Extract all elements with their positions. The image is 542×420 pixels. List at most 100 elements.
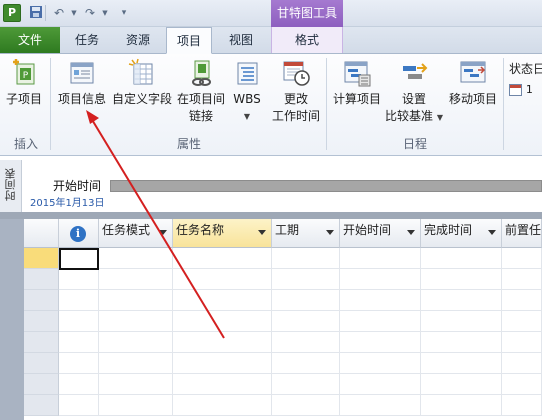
table-cell[interactable] [99, 395, 173, 416]
active-cell[interactable] [59, 248, 99, 270]
table-cell[interactable] [99, 290, 173, 311]
column-header-start[interactable]: 开始时间 [340, 219, 421, 248]
table-cell[interactable] [59, 290, 99, 311]
table-cell[interactable] [99, 374, 173, 395]
table-cell[interactable] [421, 248, 502, 269]
view-divider[interactable] [0, 212, 542, 219]
tab-view[interactable]: 视图 [214, 27, 268, 53]
redo-dropdown-icon[interactable]: ▼ [97, 5, 113, 21]
table-cell[interactable] [59, 332, 99, 353]
row-header[interactable] [24, 374, 59, 395]
save-icon[interactable] [28, 5, 44, 21]
table-cell[interactable] [340, 311, 421, 332]
status-date-field[interactable]: 1 [509, 82, 542, 98]
table-cell[interactable] [340, 248, 421, 269]
row-header[interactable] [24, 290, 59, 311]
table-cell[interactable] [272, 395, 340, 416]
table-cell[interactable] [340, 395, 421, 416]
project-info-button[interactable]: 项目信息 [54, 58, 110, 108]
column-header-predecessors[interactable]: 前置任 [502, 219, 542, 248]
table-cell[interactable] [421, 332, 502, 353]
column-header-duration[interactable]: 工期 [272, 219, 340, 248]
tab-file[interactable]: 文件 [0, 27, 60, 53]
links-between-projects-button[interactable]: 在项目间 链接 [174, 58, 228, 125]
table-cell[interactable] [502, 374, 542, 395]
table-cell[interactable] [99, 353, 173, 374]
redo-icon[interactable]: ↷ [82, 5, 98, 21]
row-header[interactable] [24, 248, 59, 269]
table-cell[interactable] [502, 311, 542, 332]
select-all-corner[interactable] [24, 219, 59, 248]
customize-quick-access-icon[interactable]: ▾ [116, 5, 132, 21]
row-header[interactable] [24, 332, 59, 353]
column-header-indicators[interactable]: i [59, 219, 99, 248]
table-cell[interactable] [421, 290, 502, 311]
table-cell[interactable] [99, 269, 173, 290]
move-project-button[interactable]: 移动项目 [444, 58, 502, 108]
table-cell[interactable] [340, 269, 421, 290]
wbs-button[interactable]: WBS ▼ [228, 58, 266, 125]
chevron-down-icon[interactable] [258, 230, 266, 235]
table-cell[interactable] [502, 395, 542, 416]
table-cell[interactable] [59, 353, 99, 374]
undo-dropdown-icon[interactable]: ▼ [66, 5, 82, 21]
table-cell[interactable] [173, 269, 272, 290]
calculate-project-button[interactable]: 计算项目 [330, 58, 384, 108]
set-baseline-dropdown-icon[interactable]: ▼ [437, 113, 443, 122]
table-cell[interactable] [421, 269, 502, 290]
table-cell[interactable] [173, 395, 272, 416]
table-cell[interactable] [59, 374, 99, 395]
table-cell[interactable] [173, 353, 272, 374]
row-header[interactable] [24, 353, 59, 374]
column-header-task-mode[interactable]: 任务模式 [99, 219, 173, 248]
table-cell[interactable] [502, 248, 542, 269]
table-cell[interactable] [99, 248, 173, 269]
table-cell[interactable] [173, 311, 272, 332]
chevron-down-icon[interactable] [407, 230, 415, 235]
undo-icon[interactable]: ↶ [51, 5, 67, 21]
change-working-time-button[interactable]: 更改 工作时间 [268, 58, 324, 125]
table-cell[interactable] [272, 248, 340, 269]
table-cell[interactable] [59, 395, 99, 416]
set-baseline-button[interactable]: 设置 比较基准 ▼ [384, 58, 444, 126]
table-cell[interactable] [173, 332, 272, 353]
column-header-finish[interactable]: 完成时间 [421, 219, 502, 248]
table-cell[interactable] [59, 269, 99, 290]
table-cell[interactable] [173, 290, 272, 311]
chevron-down-icon[interactable] [488, 230, 496, 235]
table-cell[interactable] [272, 269, 340, 290]
row-header[interactable] [24, 311, 59, 332]
table-cell[interactable] [99, 311, 173, 332]
tab-project[interactable]: 项目 [166, 27, 212, 54]
table-cell[interactable] [272, 332, 340, 353]
project-app-icon[interactable]: P [3, 4, 21, 22]
tab-resource[interactable]: 资源 [112, 27, 164, 53]
table-cell[interactable] [272, 311, 340, 332]
table-cell[interactable] [421, 395, 502, 416]
timeline-bar[interactable] [110, 180, 542, 192]
timeline[interactable]: 开始时间 2015年1月13日 [22, 160, 542, 212]
tab-task[interactable]: 任务 [62, 27, 112, 53]
subproject-button[interactable]: P 子项目 [2, 58, 46, 108]
tab-format[interactable]: 格式 [271, 27, 343, 53]
table-cell[interactable] [340, 353, 421, 374]
table-cell[interactable] [173, 374, 272, 395]
table-cell[interactable] [502, 353, 542, 374]
table-cell[interactable] [340, 332, 421, 353]
table-cell[interactable] [272, 290, 340, 311]
table-cell[interactable] [173, 248, 272, 269]
chevron-down-icon[interactable] [326, 230, 334, 235]
table-cell[interactable] [340, 374, 421, 395]
table-cell[interactable] [502, 290, 542, 311]
table-cell[interactable] [272, 374, 340, 395]
table-cell[interactable] [340, 290, 421, 311]
row-header[interactable] [24, 395, 59, 416]
table-cell[interactable] [272, 353, 340, 374]
custom-fields-button[interactable]: 自定义字段 [110, 58, 174, 108]
timeline-side-tab[interactable]: 时间表 [0, 160, 22, 212]
table-cell[interactable] [59, 311, 99, 332]
table-cell[interactable] [421, 311, 502, 332]
table-cell[interactable] [421, 374, 502, 395]
row-header[interactable] [24, 269, 59, 290]
wbs-dropdown-icon[interactable]: ▼ [228, 108, 266, 125]
